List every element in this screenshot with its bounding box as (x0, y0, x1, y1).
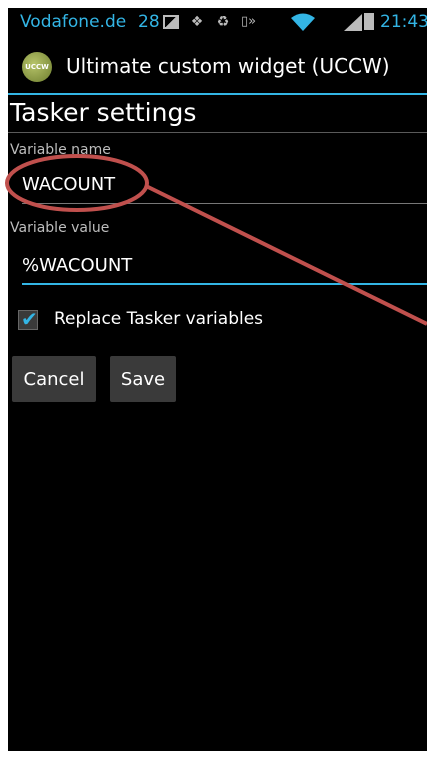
signal-icon (344, 14, 362, 31)
phone-screen: Vodafone.de 28 ❖ ♻ ▯» 21:43 UCCW Ultimat… (8, 8, 427, 751)
status-bar: Vodafone.de 28 ❖ ♻ ▯» 21:43 (8, 8, 427, 36)
clock: 21:43 (380, 12, 427, 32)
gallery-icon (163, 15, 179, 29)
variable-value-underline (22, 283, 427, 285)
variable-value-label: Variable value (10, 220, 110, 236)
heading-divider (8, 132, 427, 133)
app-logo-icon: UCCW (22, 52, 52, 82)
battery-icon (364, 13, 374, 30)
variable-value-field[interactable]: %WACOUNT (22, 249, 427, 285)
title-divider (8, 93, 427, 95)
wifi-icon (291, 13, 315, 31)
save-button[interactable]: Save (110, 356, 176, 402)
vibrate-icon: ▯» (241, 14, 257, 29)
replace-variables-checkbox[interactable]: ✔ (18, 307, 38, 331)
recycle-icon: ♻ (216, 14, 230, 30)
variable-name-label: Variable name (10, 142, 111, 158)
app-title: Ultimate custom widget (UCCW) (66, 54, 390, 78)
action-bar: UCCW Ultimate custom widget (UCCW) (8, 46, 427, 90)
notification-icons: ❖ ♻ ▯» (163, 14, 257, 30)
replace-variables-row[interactable]: ✔ Replace Tasker variables (18, 306, 318, 336)
checkmark-icon: ✔ (21, 307, 38, 331)
dropbox-icon: ❖ (190, 14, 204, 30)
carrier-name: Vodafone.de (20, 12, 127, 32)
variable-value-value: %WACOUNT (22, 255, 133, 276)
variable-name-field[interactable]: WACOUNT (22, 168, 427, 204)
variable-name-underline (22, 203, 427, 204)
variable-name-value: WACOUNT (22, 174, 116, 195)
notification-count: 28 (138, 12, 160, 32)
cancel-button[interactable]: Cancel (12, 356, 96, 402)
replace-variables-label: Replace Tasker variables (54, 309, 264, 329)
page-title: Tasker settings (10, 98, 197, 127)
